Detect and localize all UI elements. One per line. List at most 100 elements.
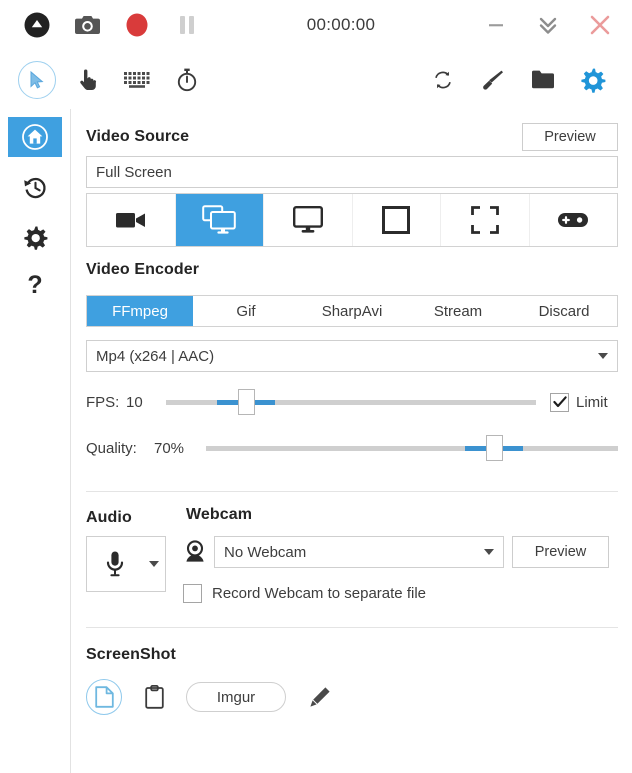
video-encoder-tabs: FFmpeg Gif SharpAvi Stream Discard [86,295,618,327]
screen-duplicate-icon [202,205,237,234]
audio-device-button[interactable] [86,536,166,592]
source-mode-nocapture[interactable] [87,194,176,246]
timer-button[interactable] [162,55,212,105]
chevron-down-icon [598,353,608,359]
collapse-up-button[interactable] [12,2,62,48]
sidebar-item-configure[interactable] [8,217,62,257]
source-mode-region[interactable] [441,194,530,246]
tab-sharpavi[interactable]: SharpAvi [299,296,405,326]
stopwatch-icon [177,68,197,91]
quality-row: Quality: 70% [86,435,618,461]
gamepad-icon [558,213,589,227]
settings-button[interactable] [568,55,618,105]
checkmark-icon [552,396,567,408]
pencil-icon [310,687,330,707]
triangle-up-circle-icon [24,12,50,38]
video-source-value[interactable]: Full Screen [86,156,618,188]
tab-ffmpeg[interactable]: FFmpeg [87,296,193,326]
refresh-button[interactable] [418,55,468,105]
click-toggle-button[interactable] [62,55,112,105]
home-icon [22,124,48,150]
webcam-separate-file-label: Record Webcam to separate file [212,585,426,602]
source-mode-screen[interactable] [175,194,264,246]
record-button[interactable] [112,2,162,48]
main-toolbar [0,50,632,109]
video-encoder-title: Video Encoder [86,261,200,278]
quality-slider[interactable] [206,435,618,461]
source-mode-monitor[interactable] [264,194,353,246]
fps-slider-thumb[interactable] [237,389,255,415]
webcam-select[interactable]: No Webcam [214,536,504,568]
open-folder-button[interactable] [518,55,568,105]
screenshot-target-disk[interactable] [86,679,122,715]
webcam-value: No Webcam [224,543,307,561]
pause-button[interactable] [162,2,212,48]
chevron-down-icon [484,549,494,555]
history-icon [23,177,46,198]
screenshot-edit-button[interactable] [302,679,338,715]
video-source-header: Video Source Preview [86,122,618,152]
sidebar-item-home[interactable] [8,117,62,157]
title-bar: 00:00:00 [0,0,632,50]
video-camera-icon [115,213,145,228]
title-bar-actions [0,2,212,48]
quality-label: Quality: [86,439,137,457]
webcam-separate-file-checkbox[interactable] [183,584,202,603]
source-mode-window[interactable] [353,194,441,246]
webcam-title: Webcam [186,506,253,523]
theme-brush-button[interactable] [468,55,518,105]
source-mode-game[interactable] [530,194,618,246]
clipboard-icon [144,685,164,709]
audio-device-dropdown-arrow[interactable] [143,561,165,567]
sidebar-item-recent[interactable] [8,167,62,207]
svg-text:?: ? [27,271,42,299]
window-square-icon [382,206,411,234]
screenshot-imgur-button[interactable]: Imgur [186,682,286,712]
close-button[interactable] [574,2,626,48]
fps-value: 10 [126,393,143,411]
question-mark-icon: ? [27,271,42,299]
captura-window: 00:00:00 ? Video Source Preview Full Scr… [0,0,632,773]
record-dot-icon [126,13,148,37]
gear-icon [581,68,606,93]
paintbrush-icon [483,70,503,90]
fps-limit-checkbox[interactable] [550,392,569,412]
quality-value: 70% [154,439,185,457]
cursor-toggle-button[interactable] [12,55,62,105]
webcam-separate-file-group[interactable]: Record Webcam to separate file [183,584,426,603]
fps-label: FPS: [86,393,120,411]
sidebar-item-about[interactable]: ? [8,265,62,305]
section-divider-screenshot [86,627,618,628]
region-crop-icon [470,206,499,234]
tab-gif[interactable]: Gif [193,296,299,326]
fps-row: FPS: 10 Limit [86,389,618,415]
hand-pointer-icon [80,69,97,90]
toolbar-left-group [0,55,212,105]
window-controls [470,2,632,48]
screenshot-actions: Imgur [86,679,338,715]
minimize-button[interactable] [470,2,522,48]
fps-slider[interactable] [166,389,536,415]
fps-limit-group[interactable]: Limit [550,392,608,412]
screenshot-button[interactable] [62,2,112,48]
tab-discard[interactable]: Discard [511,296,617,326]
video-source-preview-button[interactable]: Preview [522,123,618,151]
recording-timer: 00:00:00 [306,15,376,34]
microphone-icon [87,550,143,578]
main-content: Video Source Preview Full Screen Video E… [71,109,632,773]
screenshot-target-clipboard[interactable] [136,679,172,715]
mouse-cursor-icon [30,70,44,88]
quality-slider-track [206,446,618,451]
webcam-row: No Webcam Preview [184,536,618,568]
video-format-select[interactable]: Mp4 (x264 | AAC) [86,340,618,372]
toolbar-right-group [418,55,632,105]
collapse-button[interactable] [522,2,574,48]
keystroke-toggle-button[interactable] [112,55,162,105]
pause-icon [180,16,194,34]
quality-slider-thumb[interactable] [486,435,504,461]
tab-stream[interactable]: Stream [405,296,511,326]
cursor-selected-ring [18,60,56,99]
screenshot-title: ScreenShot [86,646,176,663]
section-divider-audio [86,491,618,492]
webcam-preview-button[interactable]: Preview [512,536,609,568]
